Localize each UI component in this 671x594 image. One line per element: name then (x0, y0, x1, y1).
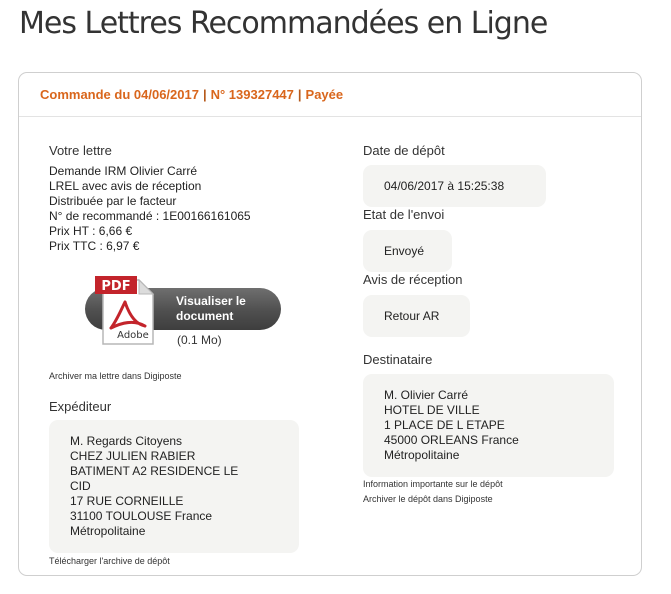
letter-price-ht: Prix HT : 6,66 € (49, 224, 133, 238)
recipient-line: Métropolitaine (384, 448, 460, 462)
recipient-name: M. Olivier Carré (384, 388, 469, 402)
view-document-label-line2: document (176, 309, 234, 323)
letter-type: LREL avec avis de réception (49, 179, 202, 193)
header-separator: | (202, 87, 207, 102)
receipt-value: Retour AR (384, 308, 440, 323)
letter-price-ttc: Prix TTC : 6,97 € (49, 239, 140, 253)
letter-heading: Votre lettre (49, 143, 112, 158)
letter-subject: Demande IRM Olivier Carré (49, 164, 198, 178)
deposit-date-value: 04/06/2017 à 15:25:38 (384, 178, 505, 193)
letter-tracking-number: N° de recommandé : 1E00166161065 (49, 209, 251, 223)
order-status: Payée (305, 87, 344, 102)
sending-state-box: Envoyé (363, 230, 452, 272)
sender-line: BATIMENT A2 RESIDENCE LE (70, 464, 239, 478)
deposit-date-heading: Date de dépôt (363, 143, 445, 158)
sending-state-value: Envoyé (384, 243, 425, 258)
important-info-link[interactable]: Information importante sur le dépôt (363, 477, 503, 492)
file-size: (0.1 Mo) (177, 333, 222, 347)
archive-deposit-link[interactable]: Archiver le dépôt dans Digiposte (363, 492, 493, 507)
order-header: Commande du 04/06/2017 | N° 139327447 | … (19, 73, 641, 117)
letter-delivery: Distribuée par le facteur (49, 194, 177, 208)
header-separator: | (297, 87, 302, 102)
pdf-badge: PDF (101, 279, 130, 294)
view-document-label-line1: Visualiser le (176, 294, 246, 308)
order-number: N° 139327447 (210, 87, 294, 102)
archive-letter-link[interactable]: Archiver ma lettre dans Digiposte (49, 369, 182, 384)
recipient-line: 1 PLACE DE L ETAPE (384, 418, 505, 432)
receipt-box: Retour AR (363, 295, 470, 337)
order-card: Commande du 04/06/2017 | N° 139327447 | … (18, 72, 642, 576)
sender-line: CID (70, 479, 91, 493)
sender-address-box: M. Regards Citoyens CHEZ JULIEN RABIER B… (49, 420, 299, 553)
sender-line: 17 RUE CORNEILLE (70, 494, 184, 508)
recipient-line: 45000 ORLEANS France (384, 433, 519, 447)
recipient-address-box: M. Olivier Carré HOTEL DE VILLE 1 PLACE … (363, 374, 614, 477)
sender-name: M. Regards Citoyens (70, 434, 183, 448)
deposit-date-box: 04/06/2017 à 15:25:38 (363, 165, 546, 207)
sender-line: CHEZ JULIEN RABIER (70, 449, 196, 463)
pdf-file-icon[interactable]: PDF Adobe (95, 276, 159, 346)
sender-line: 31100 TOULOUSE France (70, 509, 213, 523)
sender-heading: Expéditeur (49, 399, 112, 414)
order-date: Commande du 04/06/2017 (40, 87, 199, 102)
recipient-heading: Destinataire (363, 352, 433, 367)
letter-details: Demande IRM Olivier Carré LREL avec avis… (49, 164, 251, 254)
sender-line: Métropolitaine (70, 524, 146, 538)
page-title: Mes Lettres Recommandées en Ligne (19, 6, 548, 41)
receipt-heading: Avis de réception (363, 272, 463, 287)
sending-state-heading: Etat de l'envoi (363, 207, 445, 222)
recipient-line: HOTEL DE VILLE (384, 403, 480, 417)
download-archive-link[interactable]: Télécharger l'archive de dépôt (49, 554, 170, 569)
adobe-label: Adobe (117, 330, 149, 341)
